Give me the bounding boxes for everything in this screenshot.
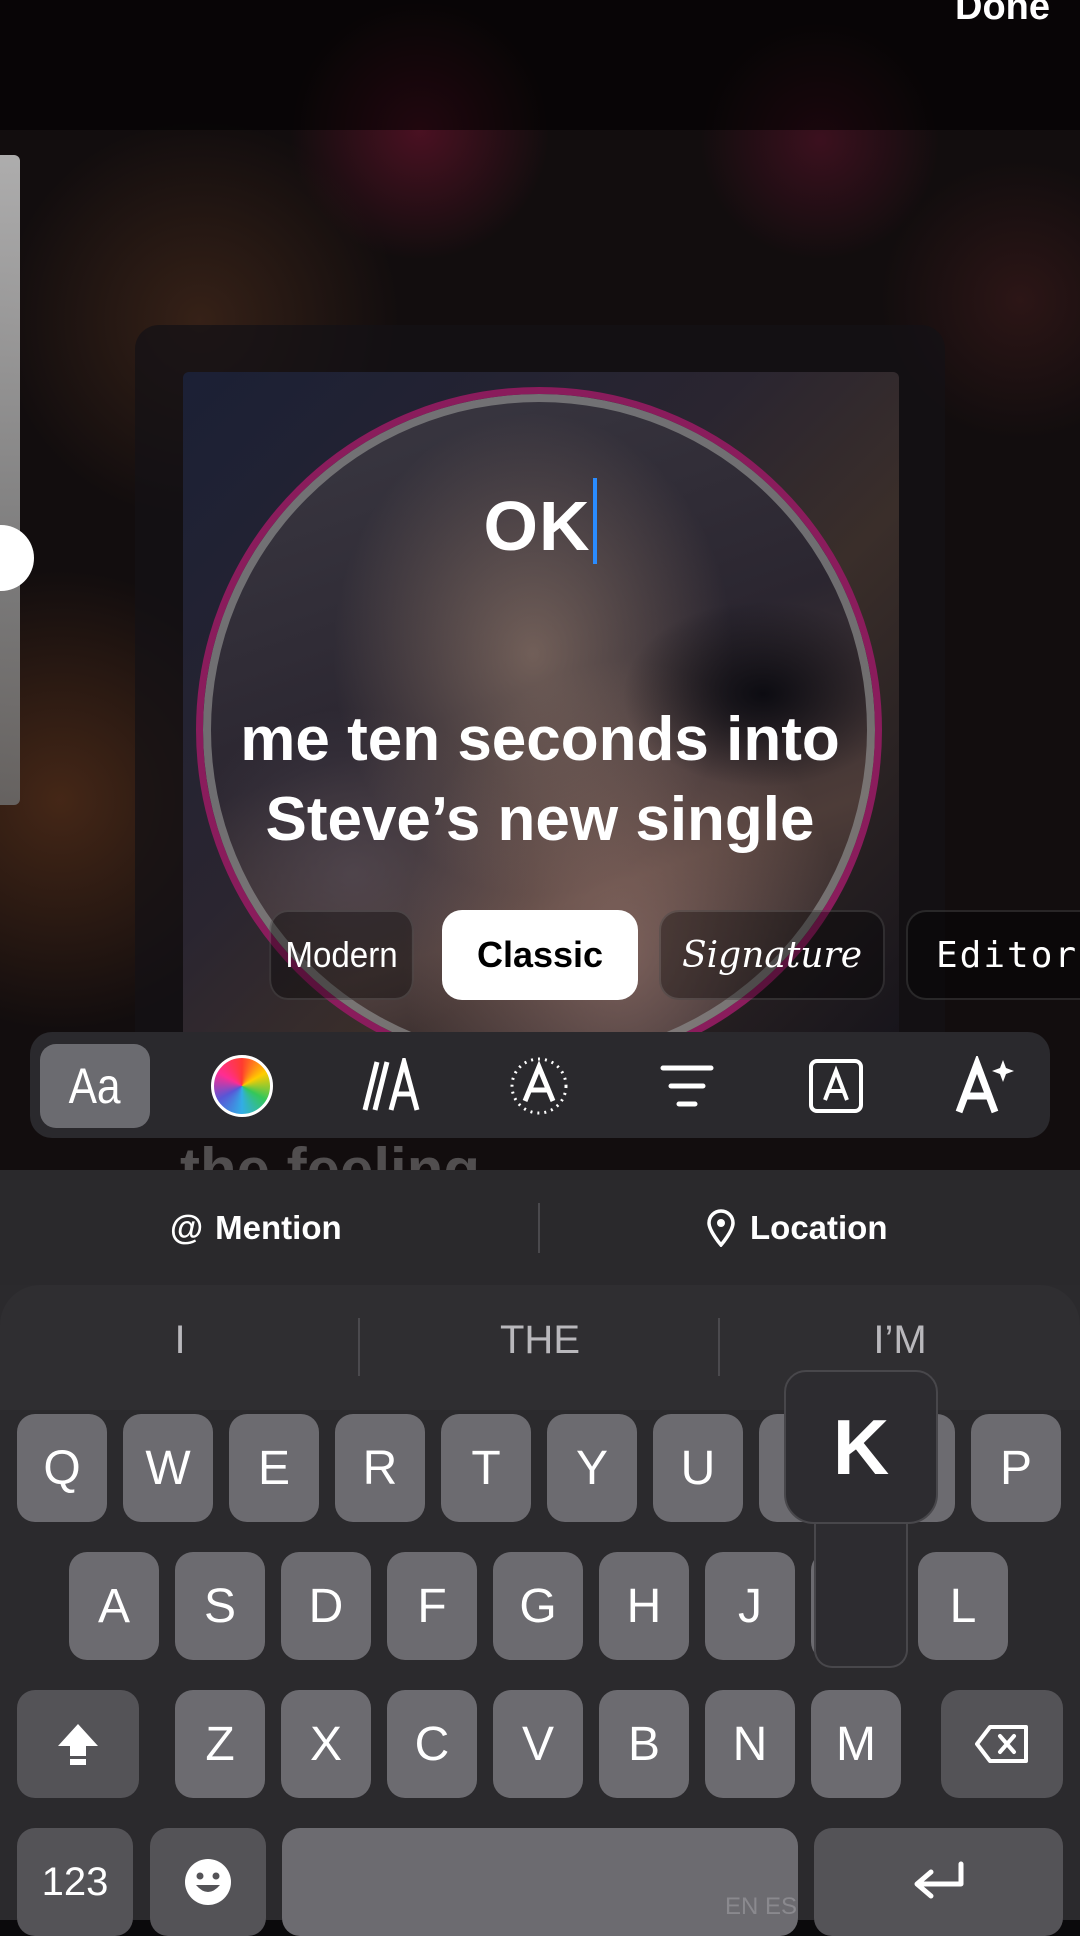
font-style-button[interactable]: Aa [40, 1044, 150, 1128]
emoji-icon [185, 1859, 231, 1905]
location-button[interactable]: Location [706, 1200, 888, 1256]
key[interactable]: R [335, 1414, 425, 1522]
text-animation-button[interactable] [336, 1044, 446, 1128]
caption-text: me ten seconds into Steve’s new single [0, 700, 1080, 860]
location-pin-icon [707, 1209, 735, 1247]
suggestion-item[interactable]: THE [440, 1318, 640, 1363]
font-style-icon: Aa [68, 1058, 121, 1114]
key[interactable]: Y [547, 1414, 637, 1522]
key[interactable]: Q [17, 1414, 107, 1522]
text-effect-button[interactable] [484, 1044, 594, 1128]
location-label: Location [750, 1209, 888, 1246]
shift-icon [58, 1724, 98, 1765]
text-background-button[interactable] [781, 1044, 891, 1128]
ai-text-effect-button[interactable] [929, 1044, 1039, 1128]
top-bar [0, 0, 1080, 130]
key[interactable]: E [229, 1414, 319, 1522]
text-input[interactable]: OK [0, 478, 1080, 566]
key[interactable]: N [705, 1690, 795, 1798]
text-cursor [592, 478, 597, 564]
key[interactable]: G [493, 1552, 583, 1660]
caption-line: Steve’s new single [265, 785, 815, 854]
key[interactable]: Z [175, 1690, 265, 1798]
typed-text: OK [483, 487, 591, 565]
text-background-icon [809, 1059, 863, 1113]
key[interactable]: H [599, 1552, 689, 1660]
backspace-icon [975, 1725, 1028, 1763]
key[interactable]: D [281, 1552, 371, 1660]
font-style-editor[interactable]: Editor [906, 910, 1080, 1000]
color-button[interactable] [187, 1044, 297, 1128]
divider [538, 1203, 540, 1253]
divider [718, 1318, 720, 1376]
language-indicator: EN ES [725, 1893, 798, 1920]
font-style-classic[interactable]: Classic [442, 910, 638, 1000]
key[interactable]: P [971, 1414, 1061, 1522]
mention-button[interactable]: @ Mention [170, 1200, 342, 1256]
key-preview-popup: K [784, 1370, 938, 1668]
key[interactable]: A [69, 1552, 159, 1660]
text-align-icon [660, 1065, 714, 1107]
mention-label: Mention [215, 1209, 342, 1246]
key[interactable]: T [441, 1414, 531, 1522]
key[interactable]: S [175, 1552, 265, 1660]
color-wheel-icon [211, 1055, 273, 1117]
key[interactable]: X [281, 1690, 371, 1798]
return-icon [914, 1861, 963, 1899]
key[interactable]: M [811, 1690, 901, 1798]
suggestion-item[interactable]: I’M [800, 1318, 1000, 1363]
shift-key[interactable] [17, 1690, 139, 1798]
done-button[interactable]: Done [955, 0, 1050, 29]
key[interactable]: U [653, 1414, 743, 1522]
text-effect-icon [510, 1057, 568, 1115]
key[interactable]: C [387, 1690, 477, 1798]
key[interactable]: F [387, 1552, 477, 1660]
ai-text-effect-icon [955, 1056, 1014, 1114]
key[interactable]: J [705, 1552, 795, 1660]
tags-bar [0, 1170, 1080, 1285]
key-preview-letter: K [784, 1370, 938, 1524]
text-animation-icon [362, 1058, 420, 1111]
font-style-signature[interactable]: Signature [659, 910, 885, 1000]
caption-line: me ten seconds into [240, 705, 840, 774]
key[interactable]: B [599, 1690, 689, 1798]
key[interactable]: W [123, 1414, 213, 1522]
key[interactable]: V [493, 1690, 583, 1798]
text-align-button[interactable] [632, 1044, 742, 1128]
suggestion-item[interactable]: I [80, 1318, 280, 1363]
key-preview-stem [814, 1510, 908, 1668]
font-style-modern[interactable]: Modern [269, 910, 414, 1000]
at-icon: @ [170, 1208, 204, 1247]
backspace-key[interactable] [941, 1690, 1063, 1798]
divider [358, 1318, 360, 1376]
